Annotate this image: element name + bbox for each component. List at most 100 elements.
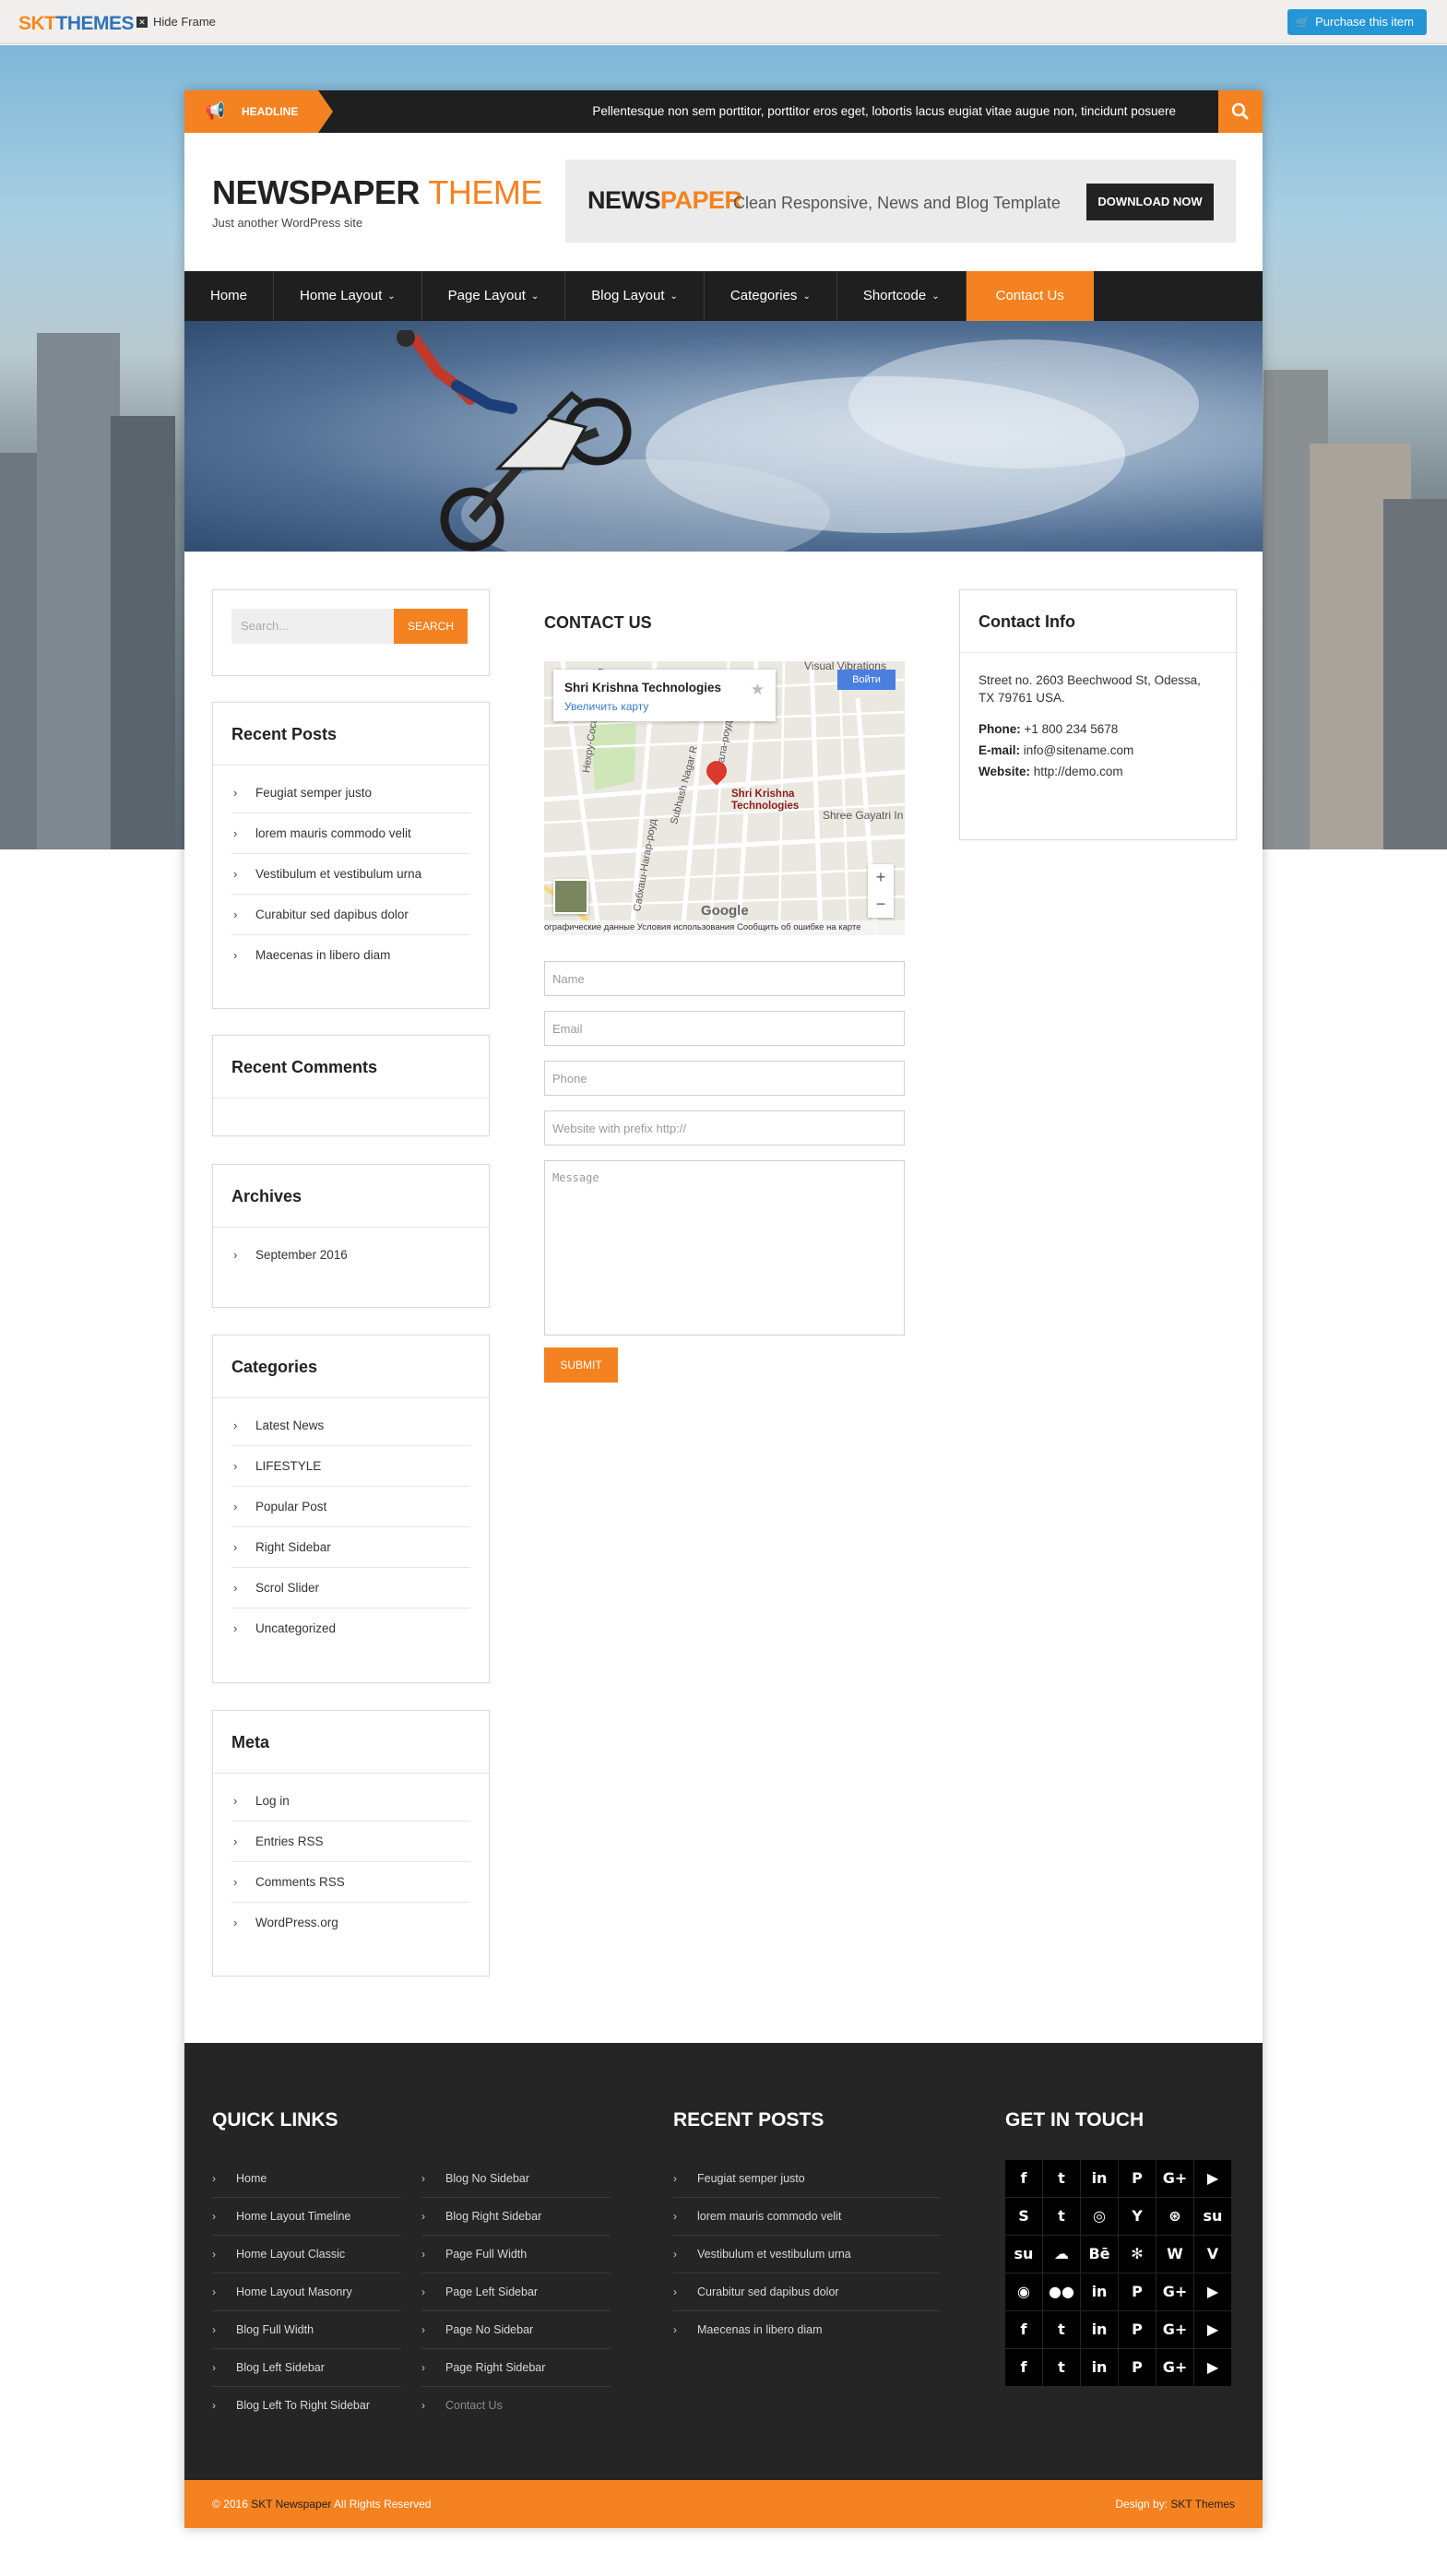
stumbleupon-icon[interactable]: su — [1194, 2198, 1231, 2235]
skype-icon[interactable]: S — [1005, 2198, 1042, 2235]
list-item[interactable]: › Entries RSS — [231, 1822, 470, 1862]
list-item[interactable]: › Log in — [231, 1781, 470, 1822]
website-field[interactable]: Website with prefix http:// — [544, 1110, 905, 1146]
list-item[interactable]: › Scrol Slider — [231, 1568, 470, 1609]
header-search-button[interactable] — [1218, 90, 1263, 133]
list-item[interactable]: › Blog Left Sidebar — [212, 2349, 401, 2387]
linkedin-icon[interactable]: in — [1081, 2311, 1118, 2348]
map-login-button[interactable]: Войти — [837, 670, 895, 690]
yahoo-icon[interactable]: Y — [1119, 2198, 1156, 2235]
wordpress-icon[interactable]: W — [1156, 2236, 1193, 2273]
list-item[interactable]: › Right Sidebar — [231, 1527, 470, 1568]
youtube-icon[interactable]: ▶ — [1194, 2160, 1231, 2197]
instagram-icon[interactable]: ◎ — [1081, 2198, 1118, 2235]
youtube-icon[interactable]: ▶ — [1194, 2311, 1231, 2348]
nav-home[interactable]: Home — [184, 271, 275, 321]
facebook-icon[interactable]: f — [1005, 2311, 1042, 2348]
youtube-icon[interactable]: ▶ — [1194, 2273, 1231, 2310]
vine-icon[interactable]: V — [1194, 2236, 1231, 2273]
list-item[interactable]: › Uncategorized — [231, 1609, 470, 1649]
list-item[interactable]: › Blog No Sidebar — [421, 2160, 611, 2198]
map-footer[interactable]: ографические данные Условия использовани… — [544, 920, 905, 935]
list-item[interactable]: › lorem mauris commodo velit — [231, 813, 470, 854]
twitter-icon[interactable]: t — [1043, 2311, 1080, 2348]
nav-home-layout[interactable]: Home Layout ⌄ — [274, 271, 422, 321]
phone-field[interactable]: Phone — [544, 1061, 905, 1096]
list-item[interactable]: › Vestibulum et vestibulum urna — [231, 854, 470, 895]
pinterest-icon[interactable]: P — [1119, 2160, 1156, 2197]
message-field[interactable]: Message — [544, 1160, 905, 1335]
skt-themes-logo[interactable]: SKTTHEMES — [18, 13, 135, 35]
list-item[interactable]: › Feugiat semper justo — [231, 773, 470, 813]
purchase-button[interactable]: 🛒 Purchase this item — [1287, 9, 1427, 35]
list-item[interactable]: › Home Layout Masonry — [212, 2273, 401, 2311]
dribbble-icon[interactable]: ⊛ — [1156, 2198, 1193, 2235]
nav-shortcode[interactable]: Shortcode ⌄ — [837, 271, 967, 321]
list-item[interactable]: › Contact Us — [421, 2387, 611, 2425]
list-item[interactable]: › Blog Full Width — [212, 2311, 401, 2349]
download-now-button[interactable]: DOWNLOAD NOW — [1086, 184, 1214, 220]
yelp-icon[interactable]: ✻ — [1119, 2236, 1156, 2273]
header-ad-banner[interactable]: NEWSPAPER Clean Responsive, News and Blo… — [565, 160, 1236, 243]
facebook-icon[interactable]: f — [1005, 2349, 1042, 2386]
email-value[interactable]: info@sitename.com — [1024, 743, 1134, 757]
headline-ticker[interactable]: Pellentesque non sem porttitor, porttito… — [592, 90, 1176, 133]
pinterest-icon[interactable]: P — [1119, 2311, 1156, 2348]
list-item[interactable]: › Popular Post — [231, 1487, 470, 1527]
google-plus-icon[interactable]: G+ — [1156, 2349, 1193, 2386]
list-item[interactable]: › Home — [212, 2160, 401, 2198]
list-item[interactable]: › Vestibulum et vestibulum urna — [673, 2236, 941, 2273]
list-item[interactable]: › Feugiat semper justo — [673, 2160, 941, 2198]
google-plus-icon[interactable]: G+ — [1156, 2311, 1193, 2348]
nav-page-layout[interactable]: Page Layout ⌄ — [422, 271, 566, 321]
name-field[interactable]: Name — [544, 961, 905, 996]
list-item[interactable]: › Page Full Width — [421, 2236, 611, 2273]
star-icon[interactable]: ★ — [751, 681, 765, 699]
twitter-icon[interactable]: t — [1043, 2160, 1080, 2197]
pinterest-icon[interactable]: P — [1119, 2273, 1156, 2310]
list-item[interactable]: › Comments RSS — [231, 1862, 470, 1903]
youtube-icon[interactable]: ▶ — [1194, 2349, 1231, 2386]
list-item[interactable]: › Latest News — [231, 1406, 470, 1446]
tumblr-icon[interactable]: t — [1043, 2198, 1080, 2235]
list-item[interactable]: › lorem mauris commodo velit — [673, 2198, 941, 2236]
satellite-toggle[interactable] — [553, 879, 588, 914]
soundcloud-icon[interactable]: ☁ — [1043, 2236, 1080, 2273]
google-plus-icon[interactable]: G+ — [1156, 2273, 1193, 2310]
map-enlarge-link[interactable]: Увеличить карту — [564, 700, 648, 713]
copyright-site-link[interactable]: SKT Newspaper — [251, 2498, 331, 2511]
list-item[interactable]: › Blog Right Sidebar — [421, 2198, 611, 2236]
flickr-icon[interactable]: ●● — [1043, 2273, 1080, 2310]
list-item[interactable]: › Page No Sidebar — [421, 2311, 611, 2349]
list-item[interactable]: › WordPress.org — [231, 1903, 470, 1943]
nav-contact-us[interactable]: Contact Us — [966, 271, 1094, 321]
submit-button[interactable]: SUBMIT — [544, 1347, 618, 1383]
pinterest-icon[interactable]: P — [1119, 2349, 1156, 2386]
rss-icon[interactable]: ◉ — [1005, 2273, 1042, 2310]
behance-icon[interactable]: Bē — [1081, 2236, 1118, 2273]
nav-blog-layout[interactable]: Blog Layout ⌄ — [565, 271, 705, 321]
linkedin-icon[interactable]: in — [1081, 2273, 1118, 2310]
list-item[interactable]: › Curabitur sed dapibus dolor — [231, 895, 470, 935]
sidebar-search-button[interactable]: SEARCH — [394, 609, 468, 644]
linkedin-icon[interactable]: in — [1081, 2160, 1118, 2197]
google-map[interactable]: Visual Vibrations Нехру-Сосайети-Мейн Su… — [544, 661, 905, 935]
hide-frame-link[interactable]: ✕ Hide Frame — [136, 15, 216, 29]
list-item[interactable]: › Curabitur sed dapibus dolor — [673, 2273, 941, 2311]
sidebar-search-input[interactable]: Search... — [231, 609, 394, 644]
list-item[interactable]: › Page Left Sidebar — [421, 2273, 611, 2311]
list-item[interactable]: › Maecenas in libero diam — [673, 2311, 941, 2349]
list-item[interactable]: › Home Layout Timeline — [212, 2198, 401, 2236]
stumbleupon-icon[interactable]: su — [1005, 2236, 1042, 2273]
zoom-out-button[interactable]: − — [868, 891, 894, 918]
zoom-in-button[interactable]: + — [868, 864, 894, 891]
twitter-icon[interactable]: t — [1043, 2349, 1080, 2386]
list-item[interactable]: › Page Right Sidebar — [421, 2349, 611, 2387]
linkedin-icon[interactable]: in — [1081, 2349, 1118, 2386]
nav-categories[interactable]: Categories ⌄ — [705, 271, 837, 321]
list-item[interactable]: › Home Layout Classic — [212, 2236, 401, 2273]
google-plus-icon[interactable]: G+ — [1156, 2160, 1193, 2197]
design-by-link[interactable]: SKT Themes — [1170, 2498, 1235, 2511]
list-item[interactable]: › LIFESTYLE — [231, 1446, 470, 1487]
email-field[interactable]: Email — [544, 1011, 905, 1046]
